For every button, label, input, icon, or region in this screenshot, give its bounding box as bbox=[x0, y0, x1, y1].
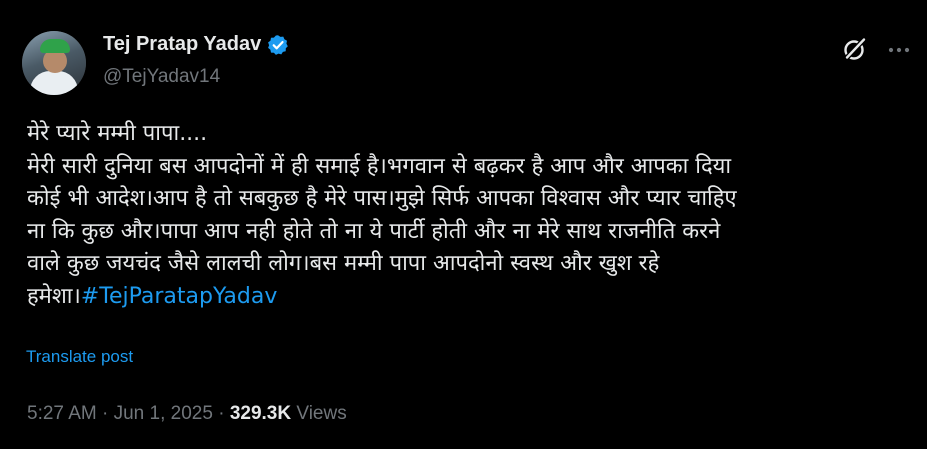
author-handle[interactable]: @TejYadav14 bbox=[103, 66, 220, 88]
hashtag-link[interactable]: #TejParatapYadav bbox=[81, 284, 278, 309]
avatar-cap bbox=[40, 39, 70, 53]
views-label: Views bbox=[296, 403, 347, 424]
post-card: Tej Pratap Yadav @TejYadav14 मेरे प्यारे… bbox=[0, 0, 927, 449]
avatar[interactable] bbox=[22, 31, 86, 95]
post-time[interactable]: 5:27 AM bbox=[27, 403, 97, 424]
post-line-text: हमेशा। bbox=[27, 283, 81, 309]
post-line: मेरे प्यारे मम्मी पापा.... bbox=[27, 121, 208, 146]
author-display-name[interactable]: Tej Pratap Yadav bbox=[103, 33, 261, 56]
post-line: कोई भी आदेश।आप है तो सबकुछ है मेरे पास।म… bbox=[27, 186, 737, 212]
verified-badge-icon bbox=[268, 34, 289, 55]
more-options-icon[interactable] bbox=[887, 38, 911, 62]
post-text: मेरे प्यारे मम्मी पापा.... मेरी सारी दुन… bbox=[27, 118, 907, 314]
meta-separator: · bbox=[102, 403, 109, 424]
translate-post-link[interactable]: Translate post bbox=[26, 347, 133, 367]
post-line: मेरी सारी दुनिया बस आपदोनों में ही समाई … bbox=[27, 153, 732, 179]
grok-icon[interactable] bbox=[842, 36, 868, 62]
post-date[interactable]: Jun 1, 2025 bbox=[114, 403, 213, 424]
post-line-last: हमेशा।#TejParatapYadav bbox=[27, 281, 907, 314]
meta-separator: · bbox=[218, 403, 225, 424]
post-meta: 5:27 AM · Jun 1, 2025 · 329.3K Views bbox=[27, 403, 347, 425]
views-count: 329.3K bbox=[229, 403, 292, 424]
post-line: वाले कुछ जयचंद जैसे लालची लोग।बस मम्मी प… bbox=[27, 251, 660, 277]
author-name-row[interactable]: Tej Pratap Yadav bbox=[103, 33, 289, 56]
post-line: ना कि कुछ और।पापा आप नही होते तो ना ये प… bbox=[27, 218, 721, 244]
